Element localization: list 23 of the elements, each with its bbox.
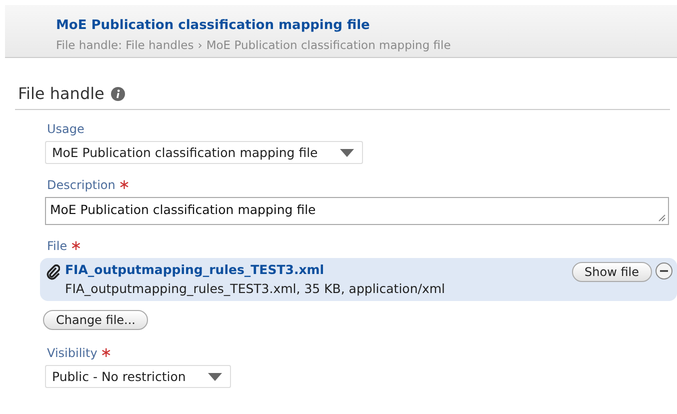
select-field[interactable]: Public - No restriction xyxy=(45,365,231,388)
info-icon[interactable] xyxy=(111,86,126,100)
required-mark: ∗ xyxy=(70,240,82,252)
file-link[interactable]: FIA_outputmapping_rules_TEST3.xml xyxy=(65,262,567,277)
field-label: Usage xyxy=(47,122,84,136)
caret-icon xyxy=(208,372,222,380)
change-file-button[interactable]: Change file... xyxy=(43,310,148,330)
remove-icon[interactable] xyxy=(655,262,673,280)
field-label: Visibility xyxy=(47,346,98,360)
caret-icon xyxy=(340,148,354,156)
select-field[interactable]: MoE Publication classification mapping file xyxy=(45,141,363,164)
show-file-button[interactable]: Show file xyxy=(572,262,652,282)
required-mark: ∗ xyxy=(118,179,130,191)
field-label: File xyxy=(47,239,68,253)
file-info: FIA_outputmapping_rules_TEST3.xml, 35 KB, application/xml xyxy=(65,281,446,296)
breadcrumb-separator: › xyxy=(198,38,202,52)
page-title: MoE Publication classification mapping file xyxy=(56,18,370,33)
section-title: File handle xyxy=(18,84,104,103)
paperclip-icon xyxy=(46,264,60,280)
required-mark: ∗ xyxy=(100,347,112,359)
resize-handle-icon[interactable] xyxy=(658,214,666,222)
description-field[interactable]: MoE Publication classification mapping file xyxy=(45,197,669,225)
field-label: Description xyxy=(47,178,116,192)
